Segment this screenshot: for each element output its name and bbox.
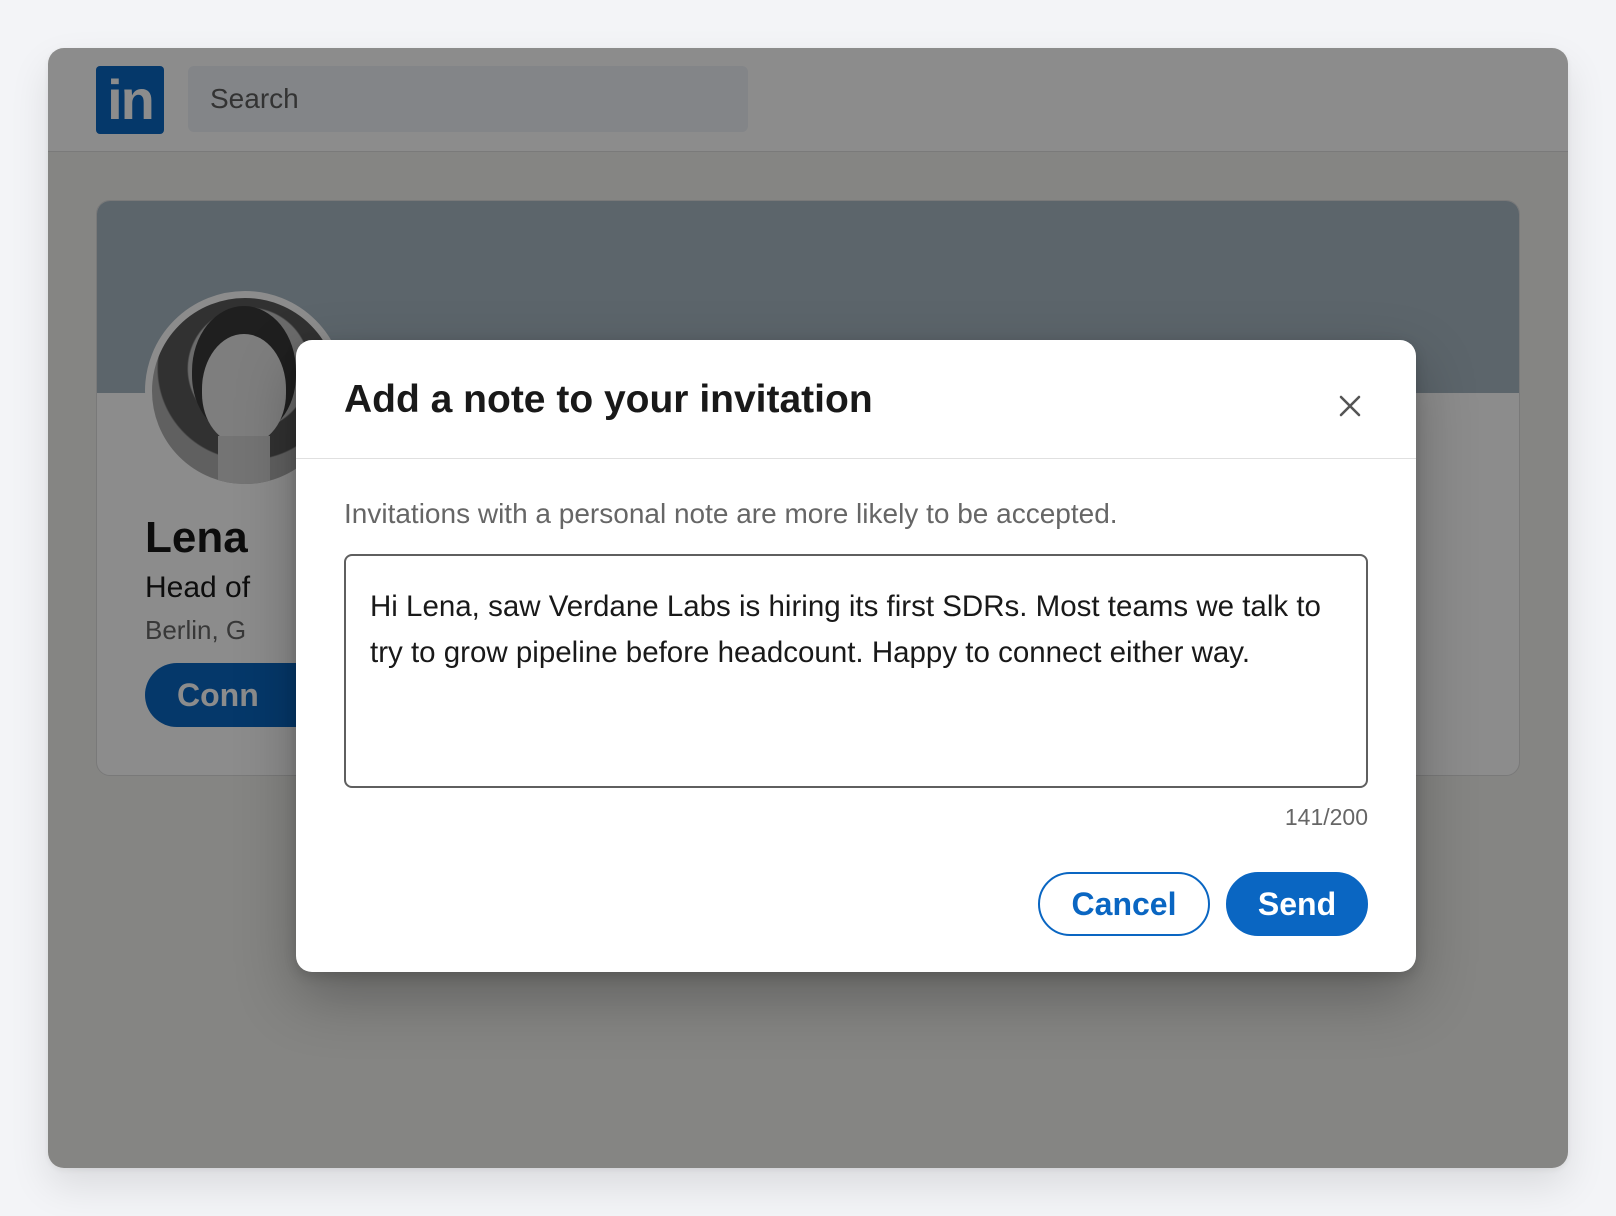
dialog-hint: Invitations with a personal note are mor… [344, 498, 1118, 529]
invitation-note-dialog: Add a note to your invitation Invitation… [296, 340, 1416, 972]
cancel-button[interactable]: Cancel [1038, 872, 1210, 936]
note-textarea[interactable]: Hi Lena, saw Verdane Labs is hiring its … [344, 554, 1368, 788]
dialog-header: Add a note to your invitation [296, 340, 1416, 459]
send-button[interactable]: Send [1226, 872, 1368, 936]
browser-window: in Search Lena Head of Berlin, G Conn Ad… [48, 48, 1568, 1168]
char-counter: 141/200 [1284, 804, 1368, 830]
close-button[interactable] [1328, 384, 1372, 428]
dialog-title: Add a note to your invitation [344, 378, 873, 421]
close-icon [1339, 395, 1361, 417]
